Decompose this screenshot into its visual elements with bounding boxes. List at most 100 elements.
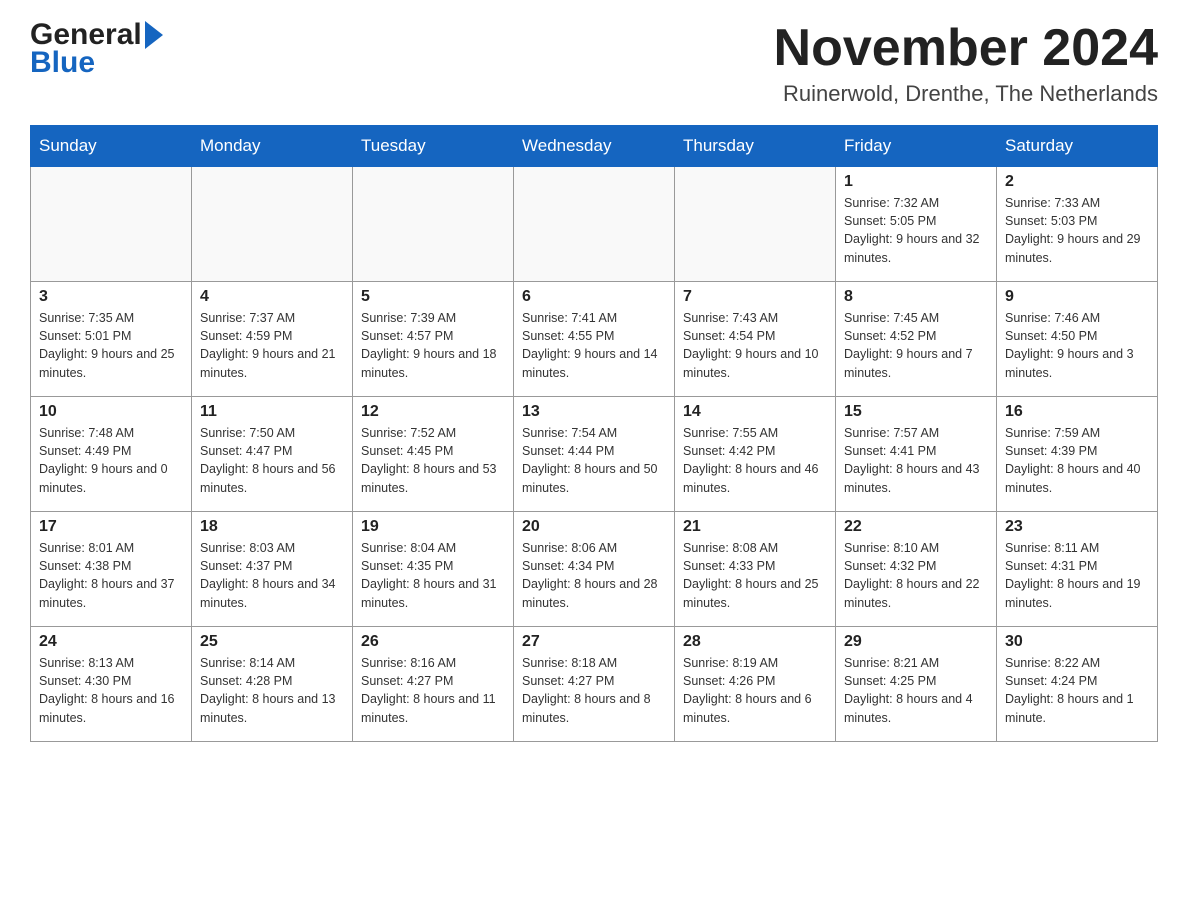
day-info: Sunrise: 7:59 AMSunset: 4:39 PMDaylight:… [1005, 424, 1149, 497]
calendar-cell: 6 Sunrise: 7:41 AMSunset: 4:55 PMDaylight… [514, 282, 675, 397]
calendar-cell: 16 Sunrise: 7:59 AMSunset: 4:39 PMDayligh… [997, 397, 1158, 512]
day-number: 1 [844, 173, 988, 191]
day-number: 9 [1005, 288, 1149, 306]
calendar-cell: 19Sunrise: 8:04 AMSunset: 4:35 PMDayligh… [353, 512, 514, 627]
day-number: 4 [200, 288, 344, 306]
calendar-cell: 25 Sunrise: 8:14 AMSunset: 4:28 PMDayligh… [192, 627, 353, 742]
day-number: 8 [844, 288, 988, 306]
day-number: 11 [200, 403, 344, 421]
day-info: Sunrise: 7:54 AMSunset: 4:44 PMDaylight:… [522, 424, 666, 497]
day-info: Sunrise: 8:08 AMSunset: 4:33 PMDaylight:… [683, 539, 827, 612]
calendar-cell: 5 Sunrise: 7:39 AMSunset: 4:57 PMDaylight… [353, 282, 514, 397]
day-info: Sunrise: 8:16 AMSunset: 4:27 PMDaylight:… [361, 654, 505, 727]
day-info: Sunrise: 8:19 AMSunset: 4:26 PMDaylight:… [683, 654, 827, 727]
calendar-cell: 23Sunrise: 8:11 AMSunset: 4:31 PMDayligh… [997, 512, 1158, 627]
day-number: 18 [200, 518, 344, 536]
weekday-header-thursday: Thursday [675, 126, 836, 167]
day-number: 2 [1005, 173, 1149, 191]
calendar-cell [192, 167, 353, 282]
day-number: 16 [1005, 403, 1149, 421]
title-area: November 2024 Ruinerwold, Drenthe, The N… [774, 20, 1158, 107]
week-row-1: 1 Sunrise: 7:32 AMSunset: 5:05 PMDaylight… [31, 167, 1158, 282]
day-number: 12 [361, 403, 505, 421]
day-info: Sunrise: 8:03 AMSunset: 4:37 PMDaylight:… [200, 539, 344, 612]
day-number: 29 [844, 633, 988, 651]
day-info: Sunrise: 8:01 AMSunset: 4:38 PMDaylight:… [39, 539, 183, 612]
calendar-cell: 4 Sunrise: 7:37 AMSunset: 4:59 PMDaylight… [192, 282, 353, 397]
day-info: Sunrise: 8:14 AMSunset: 4:28 PMDaylight:… [200, 654, 344, 727]
day-info: Sunrise: 7:52 AMSunset: 4:45 PMDaylight:… [361, 424, 505, 497]
day-info: Sunrise: 8:21 AMSunset: 4:25 PMDaylight:… [844, 654, 988, 727]
weekday-header-row: SundayMondayTuesdayWednesdayThursdayFrid… [31, 126, 1158, 167]
weekday-header-saturday: Saturday [997, 126, 1158, 167]
day-info: Sunrise: 7:39 AMSunset: 4:57 PMDaylight:… [361, 309, 505, 382]
calendar-cell [353, 167, 514, 282]
day-info: Sunrise: 7:55 AMSunset: 4:42 PMDaylight:… [683, 424, 827, 497]
calendar-cell: 15 Sunrise: 7:57 AMSunset: 4:41 PMDayligh… [836, 397, 997, 512]
day-info: Sunrise: 7:48 AMSunset: 4:49 PMDaylight:… [39, 424, 183, 497]
logo: General Blue [30, 20, 163, 80]
calendar-table: SundayMondayTuesdayWednesdayThursdayFrid… [30, 125, 1158, 742]
weekday-header-wednesday: Wednesday [514, 126, 675, 167]
day-number: 13 [522, 403, 666, 421]
logo-blue-text: Blue [30, 46, 163, 80]
calendar-cell: 2 Sunrise: 7:33 AMSunset: 5:03 PMDaylight… [997, 167, 1158, 282]
calendar-cell: 30Sunrise: 8:22 AMSunset: 4:24 PMDayligh… [997, 627, 1158, 742]
day-info: Sunrise: 7:45 AMSunset: 4:52 PMDaylight:… [844, 309, 988, 382]
week-row-5: 24 Sunrise: 8:13 AMSunset: 4:30 PMDayligh… [31, 627, 1158, 742]
calendar-cell: 13 Sunrise: 7:54 AMSunset: 4:44 PMDayligh… [514, 397, 675, 512]
calendar-cell: 18 Sunrise: 8:03 AMSunset: 4:37 PMDayligh… [192, 512, 353, 627]
day-number: 3 [39, 288, 183, 306]
calendar-cell: 11 Sunrise: 7:50 AMSunset: 4:47 PMDayligh… [192, 397, 353, 512]
day-number: 26 [361, 633, 505, 651]
day-info: Sunrise: 7:41 AMSunset: 4:55 PMDaylight:… [522, 309, 666, 382]
header: General Blue November 2024 Ruinerwold, D… [30, 20, 1158, 107]
week-row-4: 17 Sunrise: 8:01 AMSunset: 4:38 PMDayligh… [31, 512, 1158, 627]
day-info: Sunrise: 7:50 AMSunset: 4:47 PMDaylight:… [200, 424, 344, 497]
day-info: Sunrise: 7:37 AMSunset: 4:59 PMDaylight:… [200, 309, 344, 382]
day-number: 23 [1005, 518, 1149, 536]
location-subtitle: Ruinerwold, Drenthe, The Netherlands [774, 81, 1158, 107]
day-number: 21 [683, 518, 827, 536]
calendar-cell: 3 Sunrise: 7:35 AMSunset: 5:01 PMDaylight… [31, 282, 192, 397]
day-number: 27 [522, 633, 666, 651]
month-title: November 2024 [774, 20, 1158, 77]
day-number: 17 [39, 518, 183, 536]
day-number: 5 [361, 288, 505, 306]
weekday-header-sunday: Sunday [31, 126, 192, 167]
calendar-cell: 29 Sunrise: 8:21 AMSunset: 4:25 PMDayligh… [836, 627, 997, 742]
calendar-cell: 22 Sunrise: 8:10 AMSunset: 4:32 PMDayligh… [836, 512, 997, 627]
week-row-2: 3 Sunrise: 7:35 AMSunset: 5:01 PMDaylight… [31, 282, 1158, 397]
day-info: Sunrise: 8:06 AMSunset: 4:34 PMDaylight:… [522, 539, 666, 612]
calendar-cell [514, 167, 675, 282]
day-info: Sunrise: 7:32 AMSunset: 5:05 PMDaylight:… [844, 194, 988, 267]
day-info: Sunrise: 8:13 AMSunset: 4:30 PMDaylight:… [39, 654, 183, 727]
calendar-cell: 28 Sunrise: 8:19 AMSunset: 4:26 PMDayligh… [675, 627, 836, 742]
day-info: Sunrise: 7:35 AMSunset: 5:01 PMDaylight:… [39, 309, 183, 382]
day-info: Sunrise: 7:33 AMSunset: 5:03 PMDaylight:… [1005, 194, 1149, 267]
day-number: 6 [522, 288, 666, 306]
day-number: 14 [683, 403, 827, 421]
weekday-header-tuesday: Tuesday [353, 126, 514, 167]
calendar-cell: 7Sunrise: 7:43 AMSunset: 4:54 PMDaylight… [675, 282, 836, 397]
week-row-3: 10 Sunrise: 7:48 AMSunset: 4:49 PMDayligh… [31, 397, 1158, 512]
day-number: 28 [683, 633, 827, 651]
day-number: 7 [683, 288, 827, 306]
day-number: 20 [522, 518, 666, 536]
day-number: 10 [39, 403, 183, 421]
calendar-cell: 21 Sunrise: 8:08 AMSunset: 4:33 PMDayligh… [675, 512, 836, 627]
day-info: Sunrise: 7:46 AMSunset: 4:50 PMDaylight:… [1005, 309, 1149, 382]
logo-arrow-icon [145, 21, 163, 49]
day-number: 24 [39, 633, 183, 651]
weekday-header-friday: Friday [836, 126, 997, 167]
calendar-cell: 20 Sunrise: 8:06 AMSunset: 4:34 PMDayligh… [514, 512, 675, 627]
calendar-cell: 14 Sunrise: 7:55 AMSunset: 4:42 PMDayligh… [675, 397, 836, 512]
calendar-cell: 24 Sunrise: 8:13 AMSunset: 4:30 PMDayligh… [31, 627, 192, 742]
day-number: 22 [844, 518, 988, 536]
calendar-cell [675, 167, 836, 282]
day-number: 25 [200, 633, 344, 651]
day-info: Sunrise: 7:57 AMSunset: 4:41 PMDaylight:… [844, 424, 988, 497]
calendar-cell: 17 Sunrise: 8:01 AMSunset: 4:38 PMDayligh… [31, 512, 192, 627]
day-number: 15 [844, 403, 988, 421]
day-info: Sunrise: 8:10 AMSunset: 4:32 PMDaylight:… [844, 539, 988, 612]
